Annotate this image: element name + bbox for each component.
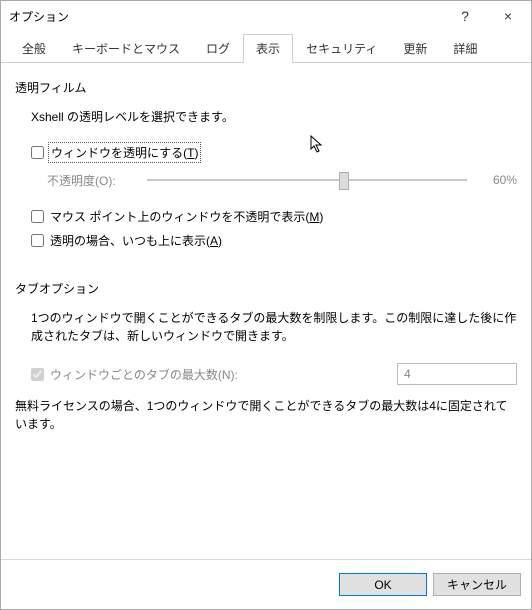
window-title: オプション: [9, 8, 445, 25]
always-top-label[interactable]: 透明の場合、いつも上に表示(A): [50, 232, 222, 249]
help-icon: ?: [461, 8, 469, 24]
always-top-checkbox[interactable]: [31, 234, 44, 247]
group-transparent-film: 透明フィルム: [15, 79, 517, 96]
tab-general[interactable]: 全般: [9, 34, 59, 63]
options-dialog: オプション ? × 全般 キーボードとマウス ログ 表示 セキュリティ 更新 詳…: [0, 0, 532, 610]
close-icon: ×: [504, 8, 512, 24]
row-opacity: 不透明度(O): 60%: [47, 168, 517, 192]
content-area: 透明フィルム Xshell の透明レベルを選択できます。 ウィンドウを透明にする…: [1, 63, 531, 559]
tab-security[interactable]: セキュリティ: [293, 34, 390, 63]
ok-button[interactable]: OK: [339, 573, 427, 596]
slider-thumb[interactable]: [339, 172, 349, 190]
max-tabs-label: ウィンドウごとのタブの最大数(N):: [50, 366, 397, 383]
help-button[interactable]: ?: [445, 1, 485, 31]
mouse-opaque-label[interactable]: マウス ポイント上のウィンドウを不透明で表示(M): [50, 208, 323, 225]
license-note: 無料ライセンスの場合、1つのウィンドウで開くことができるタブの最大数は4に固定さ…: [15, 397, 517, 433]
title-bar: オプション ? ×: [1, 1, 531, 31]
opacity-slider[interactable]: [147, 168, 467, 192]
cancel-button[interactable]: キャンセル: [433, 573, 521, 596]
group-tab-options: タブオプション: [15, 280, 517, 297]
tab-keyboard-mouse[interactable]: キーボードとマウス: [59, 34, 193, 63]
close-button[interactable]: ×: [485, 1, 531, 31]
max-tabs-input: [397, 363, 517, 385]
make-transparent-label[interactable]: ウィンドウを透明にする(T): [50, 144, 199, 161]
max-tabs-checkbox: [31, 368, 44, 381]
row-make-transparent: ウィンドウを透明にする(T): [31, 144, 517, 161]
tab-update[interactable]: 更新: [390, 34, 440, 63]
row-always-top: 透明の場合、いつも上に表示(A): [31, 232, 517, 249]
tab-log[interactable]: ログ: [193, 34, 243, 63]
opacity-label: 不透明度(O):: [47, 172, 137, 189]
opacity-value: 60%: [477, 173, 517, 187]
tab-strip: 全般 キーボードとマウス ログ 表示 セキュリティ 更新 詳細: [1, 31, 531, 63]
tab-display[interactable]: 表示: [243, 34, 293, 63]
make-transparent-checkbox[interactable]: [31, 146, 44, 159]
row-mouse-opaque: マウス ポイント上のウィンドウを不透明で表示(M): [31, 208, 517, 225]
dialog-footer: OK キャンセル: [1, 559, 531, 609]
slider-track: [147, 179, 467, 181]
tab-advanced[interactable]: 詳細: [440, 34, 490, 63]
film-description: Xshell の透明レベルを選択できます。: [31, 108, 517, 126]
tabopt-description: 1つのウィンドウで開くことができるタブの最大数を制限します。この制限に達した後に…: [31, 309, 517, 345]
row-max-tabs: ウィンドウごとのタブの最大数(N):: [31, 363, 517, 385]
mouse-opaque-checkbox[interactable]: [31, 210, 44, 223]
